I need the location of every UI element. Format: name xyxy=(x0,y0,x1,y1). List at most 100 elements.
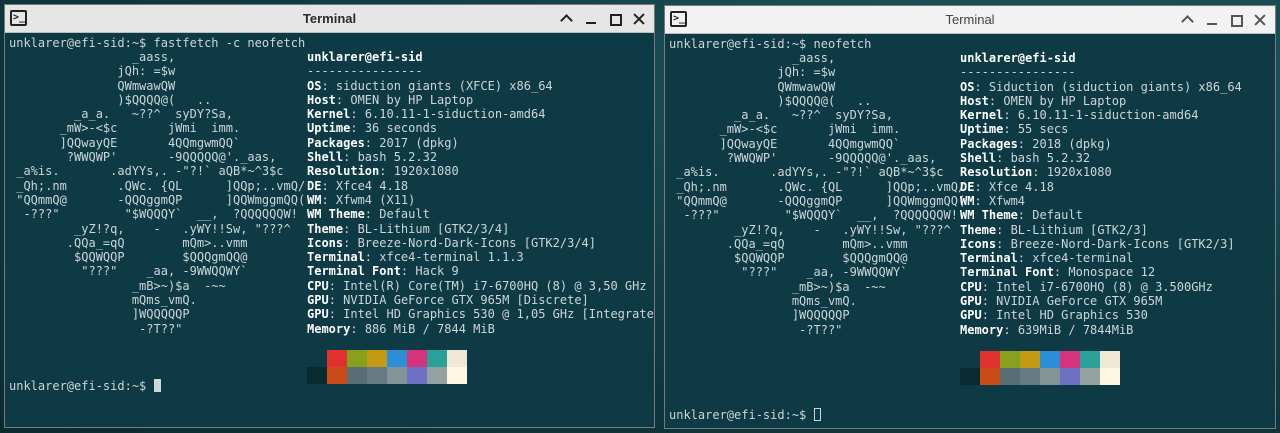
info-value: 6.10.11-1-siduction-amd64 xyxy=(1017,108,1199,123)
info-colon: : xyxy=(343,235,358,250)
info-colon: : xyxy=(1003,322,1018,337)
info-key: DE xyxy=(960,179,975,194)
info-value: NVIDIA GeForce GTX 965M xyxy=(996,294,1163,309)
info-colon: : xyxy=(996,151,1011,166)
info-colon: : xyxy=(1032,165,1047,180)
terminal-output[interactable]: unklarer@efi-sid:~$ neofetch _aass, jQh:… xyxy=(665,34,1275,428)
info-value: Monospace 12 xyxy=(1068,265,1156,280)
info-value: Xfwm4 xyxy=(988,193,1026,208)
info-value: Xfwm4 (X11) xyxy=(335,192,416,207)
info-key: OS xyxy=(960,79,975,94)
info-row: WM: Xfwm4 (X11) xyxy=(307,192,654,207)
info-key: Terminal xyxy=(307,250,365,265)
terminal-output[interactable]: unklarer@efi-sid:~$ fastfetch -c neofetc… xyxy=(5,33,654,427)
info-colon: : xyxy=(350,107,365,122)
color-swatch xyxy=(307,350,327,367)
info-key: Packages xyxy=(307,135,365,150)
prompt-text: unklarer@efi-sid:~$ xyxy=(669,408,814,422)
info-key: Resolution xyxy=(960,165,1033,180)
shade-chevron-up-icon[interactable] xyxy=(558,10,576,28)
info-value: 36 seconds xyxy=(364,121,438,136)
shell-prompt[interactable]: unklarer@efi-sid:~$ xyxy=(669,408,821,422)
color-swatch xyxy=(447,350,467,367)
info-value: Default xyxy=(379,207,430,222)
info-row: Icons: Breeze-Nord-Dark-Icons [GTK2/3/4] xyxy=(307,235,654,250)
info-key: Host xyxy=(307,92,336,107)
info-separator: ---------------- xyxy=(307,64,423,79)
title-bar[interactable]: >_ Terminal xyxy=(5,5,654,33)
info-row: OS: siduction giants (XFCE) x86_64 xyxy=(307,78,654,93)
info-key: CPU xyxy=(960,279,982,294)
color-swatch xyxy=(307,367,327,384)
maximize-icon[interactable] xyxy=(606,10,624,28)
color-swatch xyxy=(1100,368,1120,385)
info-key: Icons xyxy=(960,236,997,251)
info-rows: OS: siduction giants (XFCE) x86_64 Host: … xyxy=(307,78,654,336)
info-value: Intel(R) Core(TM) i7-6700HQ (8) @ 3,50 G… xyxy=(343,278,647,293)
color-swatch xyxy=(407,367,427,384)
color-swatch xyxy=(347,367,367,384)
info-colon: : xyxy=(974,193,989,208)
info-row: Host: OMEN by HP Laptop xyxy=(307,92,654,107)
info-value: NVIDIA GeForce GTX 965M [Discrete] xyxy=(343,293,589,308)
shell-prompt[interactable]: unklarer@efi-sid:~$ xyxy=(9,379,161,393)
info-value: 1920x1080 xyxy=(393,164,459,179)
color-swatch xyxy=(347,350,367,367)
title-bar[interactable]: >_ Terminal xyxy=(665,6,1275,34)
color-palette xyxy=(307,350,467,384)
info-value: Xfce4 4.18 xyxy=(335,178,409,193)
info-row: Terminal Font: Hack 9 xyxy=(307,264,654,279)
text-cursor xyxy=(153,379,161,392)
info-value: 6.10.11-1-siduction-amd64 xyxy=(364,107,546,122)
info-colon: : xyxy=(364,207,380,222)
info-colon: : xyxy=(328,278,344,293)
info-colon: : xyxy=(343,150,358,165)
info-value: 55 secs xyxy=(1017,122,1069,137)
info-row: Kernel: 6.10.11-1-siduction-amd64 xyxy=(960,108,1242,122)
color-swatch xyxy=(1080,368,1100,385)
info-row: CPU: Intel(R) Core(TM) i7-6700HQ (8) @ 3… xyxy=(307,278,654,293)
maximize-icon[interactable] xyxy=(1227,11,1245,29)
color-swatch xyxy=(427,367,447,384)
color-swatch xyxy=(367,350,387,367)
terminal-window-left[interactable]: >_ Terminal unklarer@efi-sid:~$ fastfetc… xyxy=(4,4,655,428)
color-swatch xyxy=(367,367,387,384)
info-key: Packages xyxy=(960,136,1018,151)
terminal-window-right[interactable]: >_ Terminal unklarer@efi-sid:~$ neofetch… xyxy=(664,5,1276,429)
info-rows: OS: Siduction (siduction giants) x86_64 H… xyxy=(960,80,1242,337)
color-swatch xyxy=(327,367,347,384)
info-header: unklarer@efi-sid xyxy=(307,50,423,64)
info-row: OS: Siduction (siduction giants) x86_64 xyxy=(960,80,1242,94)
info-colon: : xyxy=(321,192,336,207)
info-row: Uptime: 36 seconds xyxy=(307,121,654,136)
info-row: Resolution: 1920x1080 xyxy=(307,164,654,179)
info-row: Icons: Breeze-Nord-Dark-Icons [GTK2/3] xyxy=(960,237,1242,251)
color-palette xyxy=(960,351,1120,385)
info-key: WM xyxy=(960,193,975,208)
info-key: Terminal Font xyxy=(307,264,401,279)
info-colon: : xyxy=(1053,265,1069,280)
info-colon: : xyxy=(981,294,997,309)
info-value: xfce4-terminal xyxy=(1032,251,1134,266)
shade-chevron-up-icon[interactable] xyxy=(1179,11,1197,29)
info-value: 1920x1080 xyxy=(1046,165,1112,180)
info-key: GPU xyxy=(307,293,329,308)
close-icon[interactable] xyxy=(1251,11,1269,29)
info-value: 2017 (dpkg) xyxy=(379,135,459,150)
color-swatch xyxy=(1020,351,1040,368)
info-value: 2018 (dpkg) xyxy=(1032,136,1112,151)
palette-row xyxy=(960,351,1120,368)
info-value: Intel HD Graphics 530 xyxy=(996,308,1148,323)
info-key: OS xyxy=(307,78,322,93)
info-value: bash 5.2.32 xyxy=(1010,151,1091,166)
close-icon[interactable] xyxy=(630,10,648,28)
color-swatch xyxy=(1040,351,1060,368)
info-value: OMEN by HP Laptop xyxy=(350,92,474,107)
ascii-logo: _aass, jQh: =$w QWmwawQW )$QQQQ@( .. _a_… xyxy=(676,51,966,337)
color-swatch xyxy=(1080,351,1100,368)
minimize-icon[interactable] xyxy=(1203,11,1221,29)
info-value: 886 MiB / 7844 MiB xyxy=(364,321,495,336)
color-swatch xyxy=(407,350,427,367)
info-colon: : xyxy=(1003,122,1018,137)
minimize-icon[interactable] xyxy=(582,10,600,28)
